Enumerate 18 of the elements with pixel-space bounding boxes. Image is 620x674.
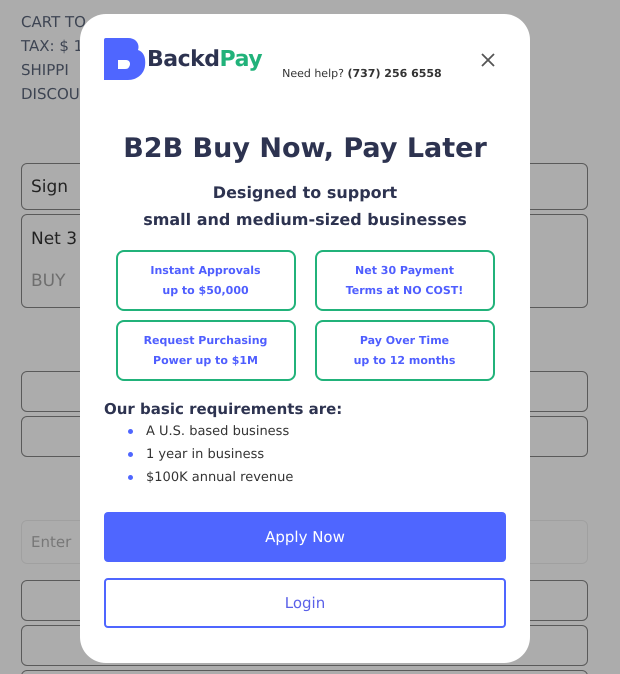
feature-card: Instant Approvals up to $50,000	[116, 250, 296, 311]
summary-line: DISCOU	[21, 85, 80, 103]
requirements-heading: Our basic requirements are:	[104, 400, 342, 418]
help-text: Need help? (737) 256 6558	[282, 67, 442, 80]
summary-line: SHIPPI	[21, 61, 69, 79]
requirement-item: $100K annual revenue	[146, 469, 294, 487]
apply-button[interactable]: Apply Now	[104, 512, 506, 562]
modal-title: B2B Buy Now, Pay Later	[123, 132, 487, 166]
summary-line: CART TO	[21, 13, 86, 31]
subtitle-line: small and medium-sized businesses	[143, 209, 467, 231]
requirement-item: 1 year in business	[146, 446, 264, 464]
feature-card: Pay Over Time up to 12 months	[314, 320, 494, 381]
subtitle-line: Designed to support	[212, 182, 398, 204]
login-button[interactable]: Login	[104, 578, 506, 628]
feature-card: Request Purchasing Power up to $1M	[116, 320, 296, 381]
requirement-item: A U.S. based business	[146, 423, 290, 441]
feature-card: Net 30 Payment Terms at NO COST!	[314, 250, 494, 311]
brand-name: BackdPay	[147, 46, 262, 72]
